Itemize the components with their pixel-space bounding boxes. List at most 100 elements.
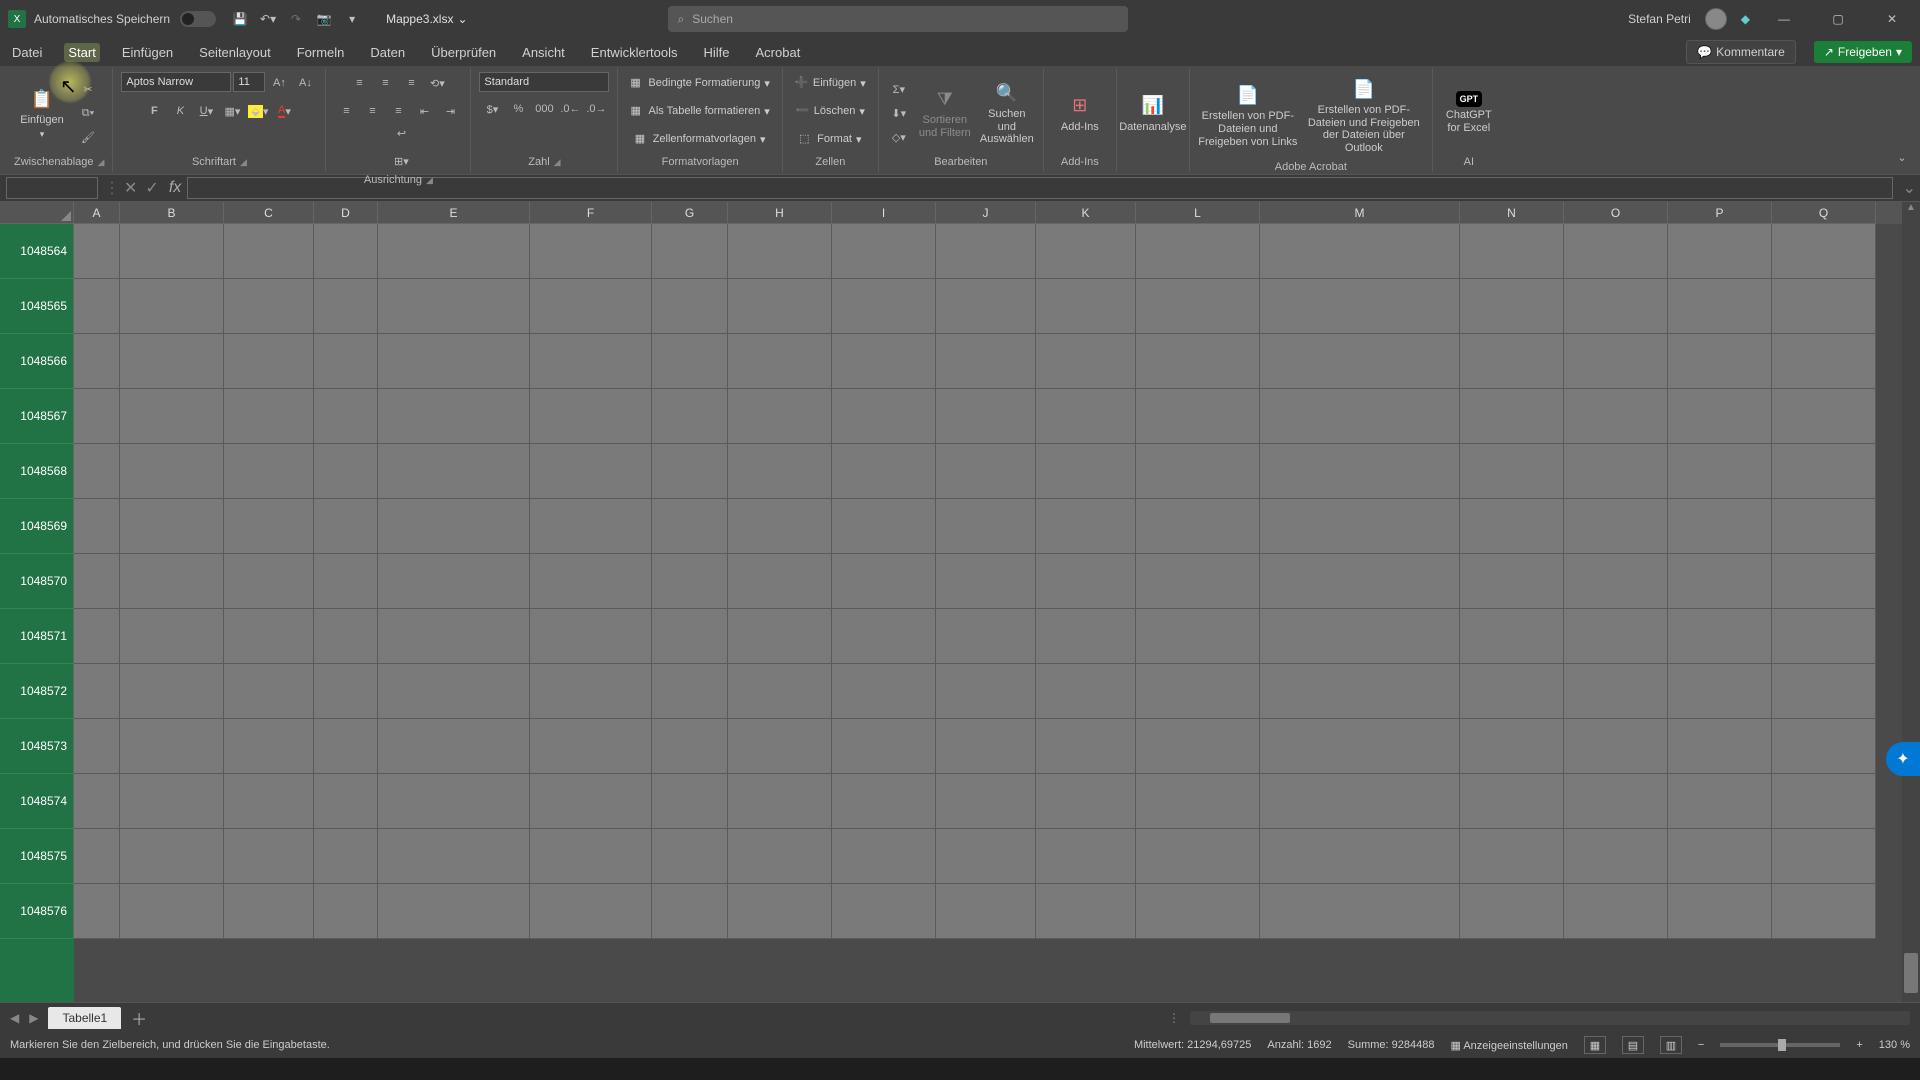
cell[interactable]	[1036, 719, 1136, 774]
cell[interactable]	[1036, 884, 1136, 939]
cell[interactable]	[1460, 499, 1564, 554]
column-header[interactable]: Q	[1772, 202, 1876, 224]
cell[interactable]	[378, 224, 530, 279]
cell[interactable]	[74, 334, 120, 389]
cell[interactable]	[1460, 444, 1564, 499]
undo-icon[interactable]: ↶▾	[256, 7, 280, 31]
dialog-launcher-icon[interactable]: ◢	[240, 157, 247, 167]
tab-daten[interactable]: Daten	[366, 43, 409, 62]
cell[interactable]	[1036, 774, 1136, 829]
clear-icon[interactable]: ◇▾	[887, 126, 911, 148]
cell[interactable]	[314, 774, 378, 829]
cell[interactable]	[530, 774, 652, 829]
tab-acrobat[interactable]: Acrobat	[752, 43, 805, 62]
cell[interactable]	[314, 334, 378, 389]
bold-icon[interactable]: F	[142, 100, 166, 122]
dialog-launcher-icon[interactable]: ◢	[98, 157, 105, 167]
cell[interactable]	[832, 444, 936, 499]
cell[interactable]	[936, 554, 1036, 609]
cell[interactable]	[378, 829, 530, 884]
fill-icon[interactable]: ⬇▾	[887, 102, 911, 124]
fill-color-icon[interactable]: ⬙▾	[246, 100, 270, 122]
select-all-corner[interactable]	[0, 202, 74, 224]
cell[interactable]	[530, 719, 652, 774]
cell[interactable]	[74, 829, 120, 884]
expand-formula-icon[interactable]: ⌄	[1899, 178, 1920, 198]
cell[interactable]	[530, 829, 652, 884]
cell[interactable]	[1564, 774, 1668, 829]
column-header[interactable]: M	[1260, 202, 1460, 224]
zoom-level[interactable]: 130 %	[1879, 1039, 1910, 1051]
redo-icon[interactable]: ↷	[284, 7, 308, 31]
cell[interactable]	[1772, 334, 1876, 389]
maximize-button[interactable]: ▢	[1818, 4, 1858, 34]
conditional-formatting-button[interactable]: ▦Bedingte Formatierung▾	[626, 72, 773, 94]
row-header[interactable]: 1048573	[0, 719, 74, 774]
copy-icon[interactable]: ⧉▾	[76, 102, 100, 124]
cell[interactable]	[1772, 829, 1876, 884]
cell[interactable]	[832, 719, 936, 774]
data-analysis-button[interactable]: 📊 Datenanalyse	[1125, 89, 1181, 138]
format-as-table-button[interactable]: ▦Als Tabelle formatieren▾	[627, 100, 774, 122]
row-header[interactable]: 1048567	[0, 389, 74, 444]
cell[interactable]	[1136, 884, 1260, 939]
cell[interactable]	[1460, 884, 1564, 939]
enter-formula-icon[interactable]: ✓	[141, 178, 162, 198]
cell[interactable]	[1136, 224, 1260, 279]
cell[interactable]	[728, 719, 832, 774]
camera-icon[interactable]: 📷	[312, 7, 336, 31]
cell[interactable]	[652, 334, 728, 389]
sheet-nav-next[interactable]: ▶	[29, 1011, 38, 1025]
cell[interactable]	[530, 444, 652, 499]
thousands-icon[interactable]: 000	[532, 98, 556, 120]
dialog-launcher-icon[interactable]: ◢	[554, 157, 561, 167]
cell[interactable]	[314, 664, 378, 719]
cell[interactable]	[1136, 829, 1260, 884]
row-header[interactable]: 1048570	[0, 554, 74, 609]
insert-cells-button[interactable]: ➕Einfügen▾	[791, 72, 870, 94]
align-middle-icon[interactable]: ≡	[373, 72, 397, 94]
cell[interactable]	[1260, 884, 1460, 939]
align-bottom-icon[interactable]: ≡	[399, 72, 423, 94]
cell[interactable]	[728, 334, 832, 389]
cell[interactable]	[1772, 224, 1876, 279]
cell[interactable]	[652, 224, 728, 279]
share-button[interactable]: ↗ Freigeben ▾	[1814, 41, 1912, 63]
cell[interactable]	[652, 829, 728, 884]
cell[interactable]	[530, 499, 652, 554]
cell[interactable]	[120, 224, 224, 279]
collapse-ribbon-icon[interactable]: ⌄	[1890, 146, 1914, 168]
cell[interactable]	[1668, 829, 1772, 884]
increase-decimal-icon[interactable]: .0←	[558, 98, 582, 120]
cell[interactable]	[1036, 224, 1136, 279]
cell[interactable]	[1136, 389, 1260, 444]
cell[interactable]	[224, 389, 314, 444]
cell[interactable]	[832, 334, 936, 389]
avatar[interactable]	[1705, 8, 1727, 30]
cell[interactable]	[120, 774, 224, 829]
cell[interactable]	[1460, 279, 1564, 334]
sheet-menu-icon[interactable]: ⋮	[1168, 1011, 1180, 1025]
cell[interactable]	[728, 884, 832, 939]
cell[interactable]	[652, 719, 728, 774]
column-header[interactable]: A	[74, 202, 120, 224]
tab-datei[interactable]: Datei	[8, 43, 46, 62]
cell[interactable]	[378, 334, 530, 389]
cell[interactable]	[314, 554, 378, 609]
cell[interactable]	[314, 224, 378, 279]
view-page-break-icon[interactable]: ▥	[1660, 1036, 1682, 1054]
cell[interactable]	[936, 829, 1036, 884]
cell[interactable]	[74, 224, 120, 279]
cell[interactable]	[74, 664, 120, 719]
cell[interactable]	[1036, 444, 1136, 499]
cell[interactable]	[832, 279, 936, 334]
align-left-icon[interactable]: ≡	[334, 100, 358, 122]
tab-hilfe[interactable]: Hilfe	[700, 43, 734, 62]
cell[interactable]	[832, 774, 936, 829]
format-cells-button[interactable]: ⬚Format▾	[795, 128, 865, 150]
cell[interactable]	[936, 334, 1036, 389]
hscroll-thumb[interactable]	[1210, 1013, 1290, 1023]
minimize-button[interactable]: —	[1764, 4, 1804, 34]
cell[interactable]	[1772, 719, 1876, 774]
username[interactable]: Stefan Petri	[1628, 12, 1691, 26]
